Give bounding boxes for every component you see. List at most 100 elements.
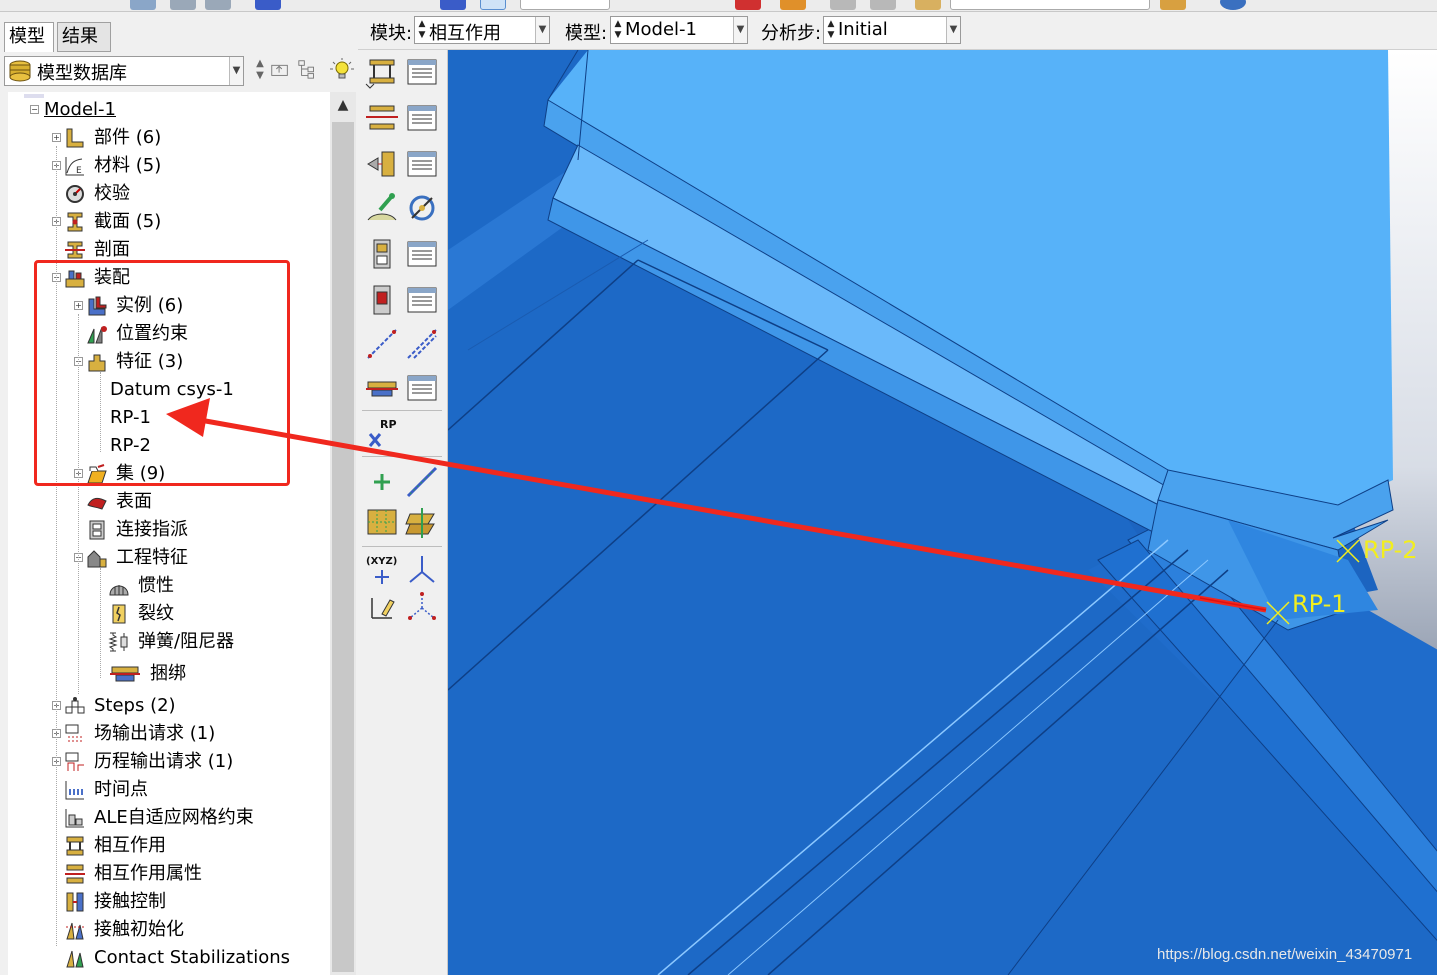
connector-section-manager-tool[interactable] — [404, 282, 440, 318]
tree-node-time-points[interactable]: 时间点 — [52, 777, 282, 803]
create-wire-feature-tool[interactable] — [364, 326, 400, 362]
create-fastener-tool[interactable] — [364, 370, 400, 406]
select-arrow-icon[interactable] — [480, 0, 506, 10]
tree-node-interactions[interactable]: 相互作用 — [52, 833, 282, 859]
chevron-down-icon[interactable]: ▼ — [946, 17, 960, 43]
model-render — [448, 50, 1437, 975]
create-connector-section-tool[interactable] — [364, 282, 400, 318]
tree-node-inertia[interactable]: 惯性 — [108, 573, 283, 599]
step-select[interactable]: ▲ ▼ Initial ▼ — [823, 16, 961, 44]
chevron-down-icon[interactable]: ▼ — [229, 57, 243, 85]
calibration-icon — [64, 183, 86, 205]
toolbar-field[interactable] — [520, 0, 610, 10]
model-select[interactable]: ▲ ▼ Model-1 ▼ — [610, 16, 748, 44]
interaction-icon — [64, 835, 86, 857]
toolbar-icon[interactable] — [255, 0, 281, 10]
property-manager-tool[interactable] — [404, 100, 440, 136]
expand-icon[interactable]: + — [52, 133, 61, 142]
toolbar-icon[interactable] — [830, 0, 856, 10]
tree-filter-icon[interactable] — [296, 58, 320, 82]
tree-node-contact-stabilizations[interactable]: Contact Stabilizations — [52, 945, 312, 971]
toolbar-icon[interactable] — [870, 0, 896, 10]
svg-text:(XYZ): (XYZ) — [366, 556, 397, 567]
toolbar-icon[interactable] — [1220, 0, 1246, 10]
tree-node-label: 相互作用 — [94, 835, 166, 856]
viewport-3d[interactable]: RP-2 RP-1 https://blog.csdn.net/weixin_4… — [448, 50, 1437, 975]
wire-feature-manager-tool[interactable] — [404, 326, 440, 362]
tree-node-ale[interactable]: ALE自适应网格约束 — [52, 805, 302, 831]
datum-point-tool[interactable] — [364, 464, 400, 500]
tree-node-model[interactable]: − Model-1 — [30, 97, 230, 123]
tree-node-label: 表面 — [116, 491, 152, 512]
highlight-annotation-box — [34, 260, 290, 486]
tree-node-history-output[interactable]: + 历程输出请求 (1) — [52, 749, 282, 775]
tree-node-label: Model-1 — [44, 99, 116, 120]
tree-node-label: 校验 — [94, 183, 130, 204]
chevron-down-icon[interactable]: ▼ — [733, 17, 747, 43]
scrollbar-thumb[interactable] — [332, 122, 354, 972]
top-toolbar — [0, 0, 1437, 12]
datum-csys-tool[interactable]: (XYZ) — [364, 552, 400, 588]
create-interaction-tool[interactable] — [364, 54, 400, 90]
tree-node-label: Contact Stabilizations — [94, 947, 291, 968]
lightbulb-icon[interactable] — [330, 58, 354, 82]
toolbar-icon[interactable] — [205, 0, 231, 10]
create-constraint-tool[interactable] — [364, 236, 400, 272]
tree-node-cracks[interactable]: 裂纹 — [108, 601, 283, 627]
tree-node-calibrations[interactable]: 校验 — [52, 181, 282, 207]
toolbar-icon[interactable] — [780, 0, 806, 10]
toolbar-icon[interactable] — [440, 0, 466, 10]
csys-three-points-tool[interactable] — [404, 590, 440, 626]
toolbar-icon[interactable] — [170, 0, 196, 10]
chevron-down-icon[interactable]: ▼ — [535, 17, 549, 43]
tree-node-wires[interactable]: 捆绑 — [108, 661, 283, 687]
tree-scrollbar[interactable]: ▲ — [330, 92, 356, 975]
spin-arrows-icon: ▲ ▼ — [827, 19, 835, 40]
tree-node-springs-dashpots[interactable]: 弹簧/阻尼器 — [108, 629, 283, 655]
datum-axis-tool[interactable] — [404, 464, 440, 500]
database-select[interactable]: 模型数据库 ▼ — [4, 56, 244, 86]
collapse-icon[interactable]: − — [30, 105, 39, 114]
find-contact-pairs-tool[interactable] — [364, 190, 400, 226]
toolbar-icon[interactable] — [735, 0, 761, 10]
tree-node-surfaces[interactable]: 表面 — [74, 489, 284, 515]
tab-model[interactable]: 模型 — [4, 22, 54, 52]
interaction-manager-tool[interactable] — [404, 54, 440, 90]
module-select[interactable]: ▲ ▼ 相互作用 ▼ — [414, 16, 550, 44]
ale-icon — [64, 807, 86, 829]
control-manager-tool[interactable] — [404, 146, 440, 182]
datum-plane-tool[interactable] — [404, 504, 440, 540]
toolbar-field[interactable] — [950, 0, 1150, 10]
tree-node-interaction-properties[interactable]: 相互作用属性 — [52, 861, 282, 887]
toolbar-icon[interactable] — [130, 0, 156, 10]
csys-plane-tool[interactable] — [364, 590, 400, 626]
tree-node-connector-assignments[interactable]: 连接指派 — [74, 517, 284, 543]
tree-node-contact-initializations[interactable]: 接触初始化 — [52, 917, 282, 943]
scroll-up-icon[interactable]: ▲ — [330, 92, 356, 118]
toolbar-icon[interactable] — [915, 0, 941, 10]
create-interaction-property-tool[interactable] — [364, 100, 400, 136]
contact-control-tool[interactable] — [364, 146, 400, 182]
step-label: 分析步: — [761, 23, 822, 44]
partition-tool[interactable] — [364, 504, 400, 540]
folder-up-icon[interactable] — [268, 58, 292, 82]
tree-node-label: 工程特征 — [116, 547, 188, 568]
connector-icon — [86, 519, 108, 541]
tree-node-field-output[interactable]: + 场输出请求 (1) — [52, 721, 282, 747]
field-output-icon — [64, 723, 86, 745]
constraint-manager-tool[interactable] — [404, 236, 440, 272]
tab-results[interactable]: 结果 — [57, 22, 111, 52]
tree-node-label: 连接指派 — [116, 519, 188, 540]
tree-node-engineering-features[interactable]: − 工程特征 — [74, 545, 284, 571]
fastener-manager-tool[interactable] — [404, 370, 440, 406]
csys-axes-tool[interactable] — [404, 552, 440, 588]
tree-node-contact-controls[interactable]: 接触控制 — [52, 889, 282, 915]
tree-node-sections[interactable]: + 截面 (5) — [52, 209, 282, 235]
tree-node-label: 时间点 — [94, 779, 148, 800]
contact-detection-tool[interactable] — [404, 190, 440, 226]
tree-node-steps[interactable]: + Steps (2) — [52, 693, 282, 719]
toolbar-icon[interactable] — [1160, 0, 1186, 10]
tree-node-parts[interactable]: + 部件 (6) — [52, 125, 282, 151]
create-reference-point-tool[interactable]: RP — [364, 414, 400, 450]
tree-node-materials[interactable]: + E 材料 (5) — [52, 153, 282, 179]
